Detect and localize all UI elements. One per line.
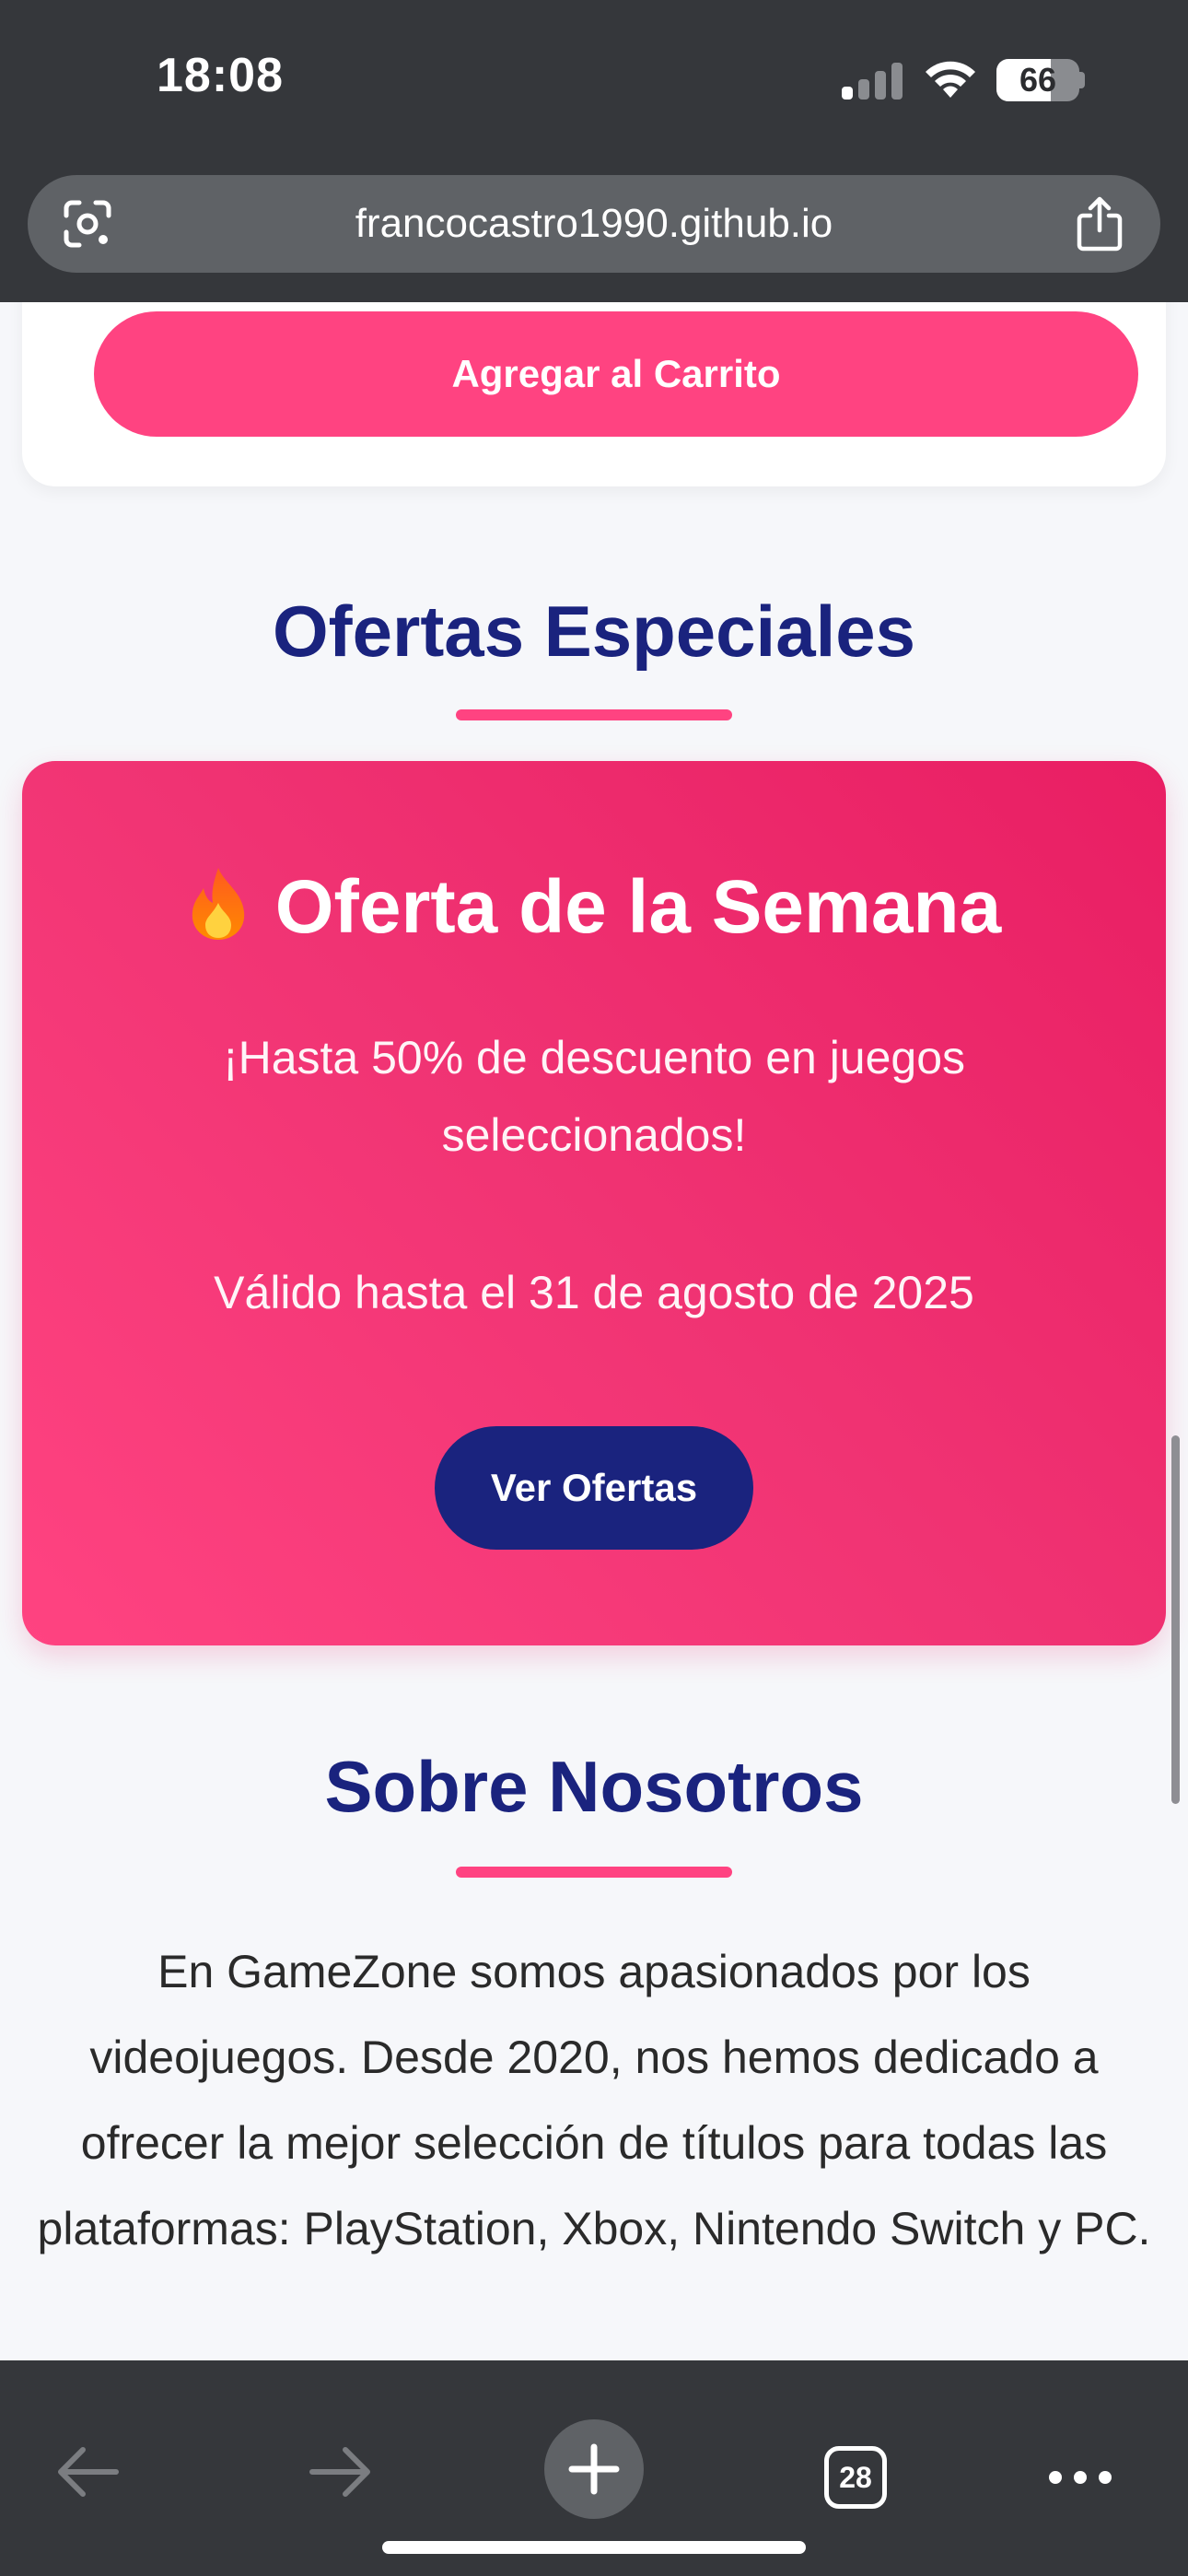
tabs-button[interactable]: 28 (805, 2418, 906, 2537)
product-card: Agregar al Carrito (22, 302, 1166, 486)
battery-percent: 66 (1019, 61, 1057, 99)
offers-section-title: Ofertas Especiales (272, 591, 916, 672)
browser-bottom-toolbar: 28 (0, 2360, 1188, 2576)
new-tab-button[interactable] (544, 2419, 644, 2519)
share-icon[interactable] (1074, 195, 1125, 252)
view-offers-button[interactable]: Ver Ofertas (435, 1426, 753, 1550)
page-scrollbar[interactable] (1171, 1435, 1180, 1804)
home-indicator[interactable] (382, 2541, 806, 2554)
battery-cap (1079, 72, 1085, 88)
offer-heading-text: Oferta de la Semana (274, 865, 1002, 949)
offers-title-underline (456, 709, 732, 720)
plus-icon (568, 2443, 620, 2495)
cellular-signal-icon (842, 61, 904, 100)
about-title-underline (456, 1867, 732, 1878)
more-button[interactable] (1030, 2418, 1131, 2537)
arrow-right-icon (309, 2447, 370, 2497)
offer-heading: Oferta de la Semana (22, 864, 1166, 951)
back-button[interactable] (37, 2412, 138, 2532)
battery-icon: 66 (996, 59, 1079, 101)
offer-validity: Válido hasta el 31 de agosto de 2025 (214, 1267, 974, 1318)
offer-card: Oferta de la Semana ¡Hasta 50% de descue… (22, 761, 1166, 1645)
fire-icon (192, 868, 244, 940)
phone-screen: 18:08 66 francocastro1990.github.io Agre… (0, 0, 1188, 2576)
about-section-title: Sobre Nosotros (324, 1746, 864, 1827)
address-bar[interactable]: francocastro1990.github.io (28, 175, 1160, 273)
browser-top-bar: 18:08 66 francocastro1990.github.io (0, 0, 1188, 302)
url-text[interactable]: francocastro1990.github.io (28, 175, 1160, 273)
forward-button[interactable] (290, 2412, 391, 2532)
add-to-cart-button[interactable]: Agregar al Carrito (94, 311, 1138, 437)
tabs-icon: 28 (824, 2446, 887, 2509)
web-page: Agregar al Carrito Ofertas Especiales Of… (0, 302, 1188, 2360)
about-text: En GameZone somos apasionados por los vi… (37, 1946, 1151, 2254)
more-dots-icon (1049, 2471, 1112, 2484)
wifi-icon (926, 61, 975, 98)
offer-description: ¡Hasta 50% de descuento en juegos selecc… (222, 1032, 966, 1161)
status-time: 18:08 (157, 49, 284, 102)
arrow-left-icon (58, 2447, 119, 2497)
